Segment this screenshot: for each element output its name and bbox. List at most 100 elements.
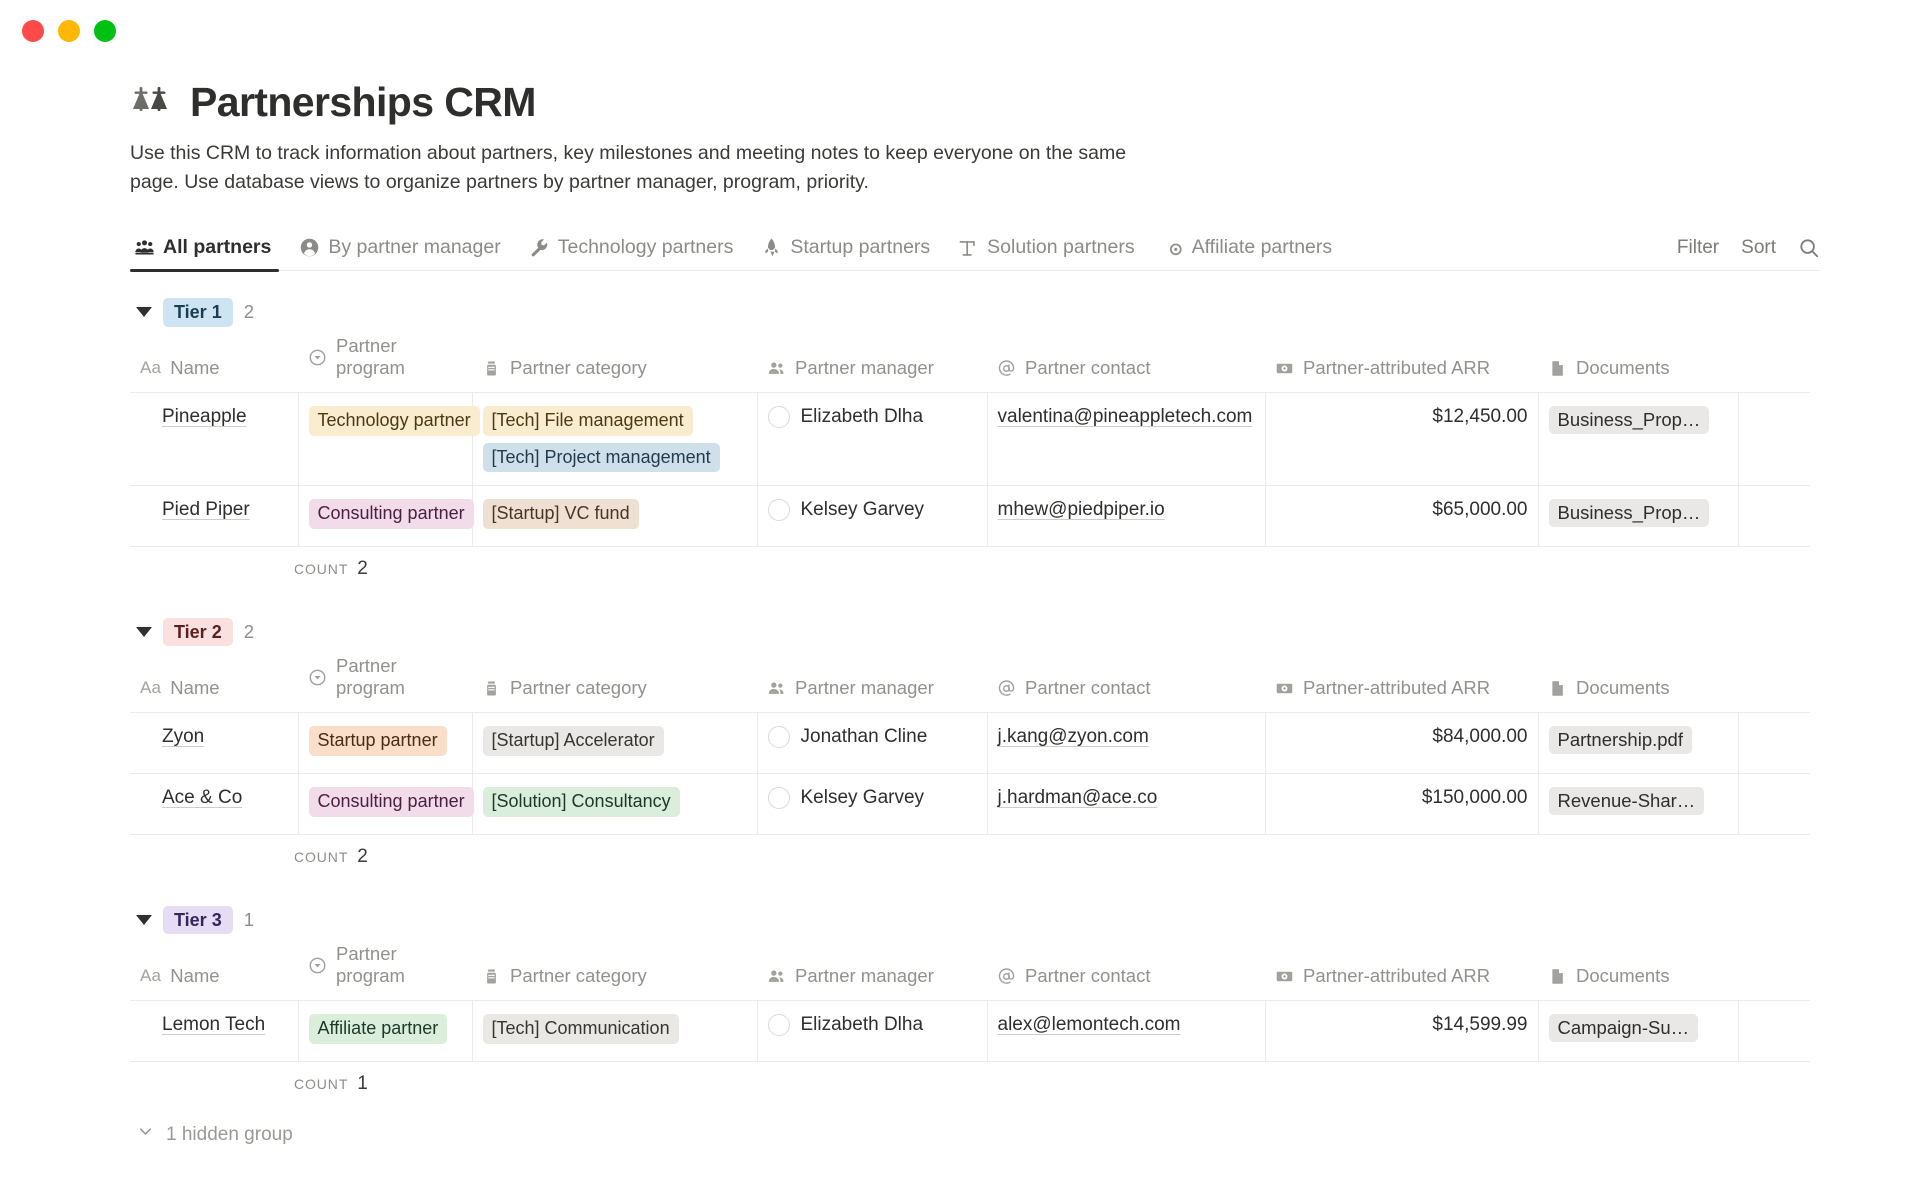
cell-partner-contact[interactable]: j.kang@zyon.com: [987, 712, 1266, 775]
cell-name[interactable]: Pineapple: [130, 392, 299, 487]
group-header[interactable]: Tier 3 1: [130, 903, 1820, 937]
cell-documents[interactable]: Partnership.pdf: [1538, 712, 1739, 775]
column-header-partner-arr[interactable]: Partner-attributed ARR: [1265, 649, 1538, 714]
cell-partner-category[interactable]: [Solution] Consultancy: [472, 773, 758, 836]
cell-documents[interactable]: Campaign-Su…: [1538, 1000, 1739, 1063]
table-row[interactable]: Pineapple Technology partner [Tech] File…: [130, 392, 1810, 487]
cell-partner-program[interactable]: Consulting partner: [298, 485, 474, 548]
column-header-partner-program[interactable]: Partner program: [298, 649, 472, 714]
cell-partner-category[interactable]: [Startup] VC fund: [472, 485, 758, 548]
cell-partner-contact[interactable]: valentina@pineappletech.com: [987, 392, 1266, 487]
window-minimize-button[interactable]: [58, 20, 80, 42]
column-header-partner-program[interactable]: Partner program: [298, 937, 472, 1002]
column-header-documents[interactable]: Documents: [1538, 649, 1738, 714]
cell-partner-arr[interactable]: $84,000.00: [1265, 712, 1539, 775]
tab-affiliate-partners[interactable]: Affiliate partners: [1149, 232, 1347, 270]
group-header[interactable]: Tier 2 2: [130, 615, 1820, 649]
column-header-name[interactable]: Aa Name: [130, 649, 298, 714]
at-email-icon: [997, 359, 1016, 378]
avatar: [767, 406, 790, 429]
group-badge: Tier 3: [163, 905, 233, 935]
collapse-caret-icon[interactable]: [136, 627, 152, 638]
cell-documents[interactable]: Business_Prop…: [1538, 485, 1739, 548]
cell-partner-arr[interactable]: $65,000.00: [1265, 485, 1539, 548]
column-header-partner-arr[interactable]: Partner-attributed ARR: [1265, 937, 1538, 1002]
multiselect-icon: [482, 967, 501, 986]
avatar: [767, 787, 790, 810]
cell-spacer: [1738, 712, 1810, 775]
column-header-name[interactable]: Aa Name: [130, 329, 298, 394]
cell-partner-category[interactable]: [Tech] File management [Tech] Project ma…: [472, 392, 758, 487]
cell-partner-manager[interactable]: Jonathan Cline: [757, 712, 988, 775]
cell-partner-manager[interactable]: Elizabeth Dlha: [757, 1000, 988, 1063]
hidden-group-label: 1 hidden group: [166, 1123, 293, 1145]
search-icon[interactable]: [1798, 237, 1820, 259]
cell-partner-arr[interactable]: $150,000.00: [1265, 773, 1539, 836]
cell-name[interactable]: Ace & Co: [130, 773, 299, 836]
tab-startup-partners[interactable]: Startup partners: [747, 232, 944, 270]
column-header-documents[interactable]: Documents: [1538, 329, 1738, 394]
table-row[interactable]: Zyon Startup partner [Startup] Accelerat…: [130, 712, 1810, 775]
money-icon: [1275, 679, 1294, 698]
tab-solution-partners[interactable]: Solution partners: [944, 232, 1148, 270]
cell-partner-contact[interactable]: mhew@piedpiper.io: [987, 485, 1266, 548]
table-row[interactable]: Ace & Co Consulting partner [Solution] C…: [130, 773, 1810, 836]
cell-spacer: [1738, 1000, 1810, 1063]
table-header-row: Aa Name Partner program Partner category …: [130, 329, 1810, 394]
cell-partner-manager[interactable]: Kelsey Garvey: [757, 485, 988, 548]
group-count-row[interactable]: COUNT 2: [130, 547, 1820, 591]
tab-all-partners[interactable]: All partners: [130, 232, 285, 272]
cell-partner-manager[interactable]: Kelsey Garvey: [757, 773, 988, 836]
cell-partner-program[interactable]: Startup partner: [298, 712, 473, 775]
column-header-partner-contact[interactable]: Partner contact: [987, 937, 1265, 1002]
table-row[interactable]: Pied Piper Consulting partner [Startup] …: [130, 485, 1810, 548]
group-header[interactable]: Tier 1 2: [130, 295, 1820, 329]
view-tabbar: All partners By partner manager Technolo…: [130, 232, 1820, 272]
column-header-spacer: [1738, 937, 1810, 1002]
table-row[interactable]: Lemon Tech Affiliate partner [Tech] Comm…: [130, 1000, 1810, 1063]
collapse-caret-icon[interactable]: [136, 307, 152, 318]
column-header-partner-manager[interactable]: Partner manager: [757, 937, 987, 1002]
column-header-partner-arr[interactable]: Partner-attributed ARR: [1265, 329, 1538, 394]
filter-button[interactable]: Filter: [1677, 237, 1719, 259]
group-count: 1: [243, 909, 254, 931]
cell-name[interactable]: Zyon: [130, 712, 299, 775]
column-header-partner-category[interactable]: Partner category: [472, 329, 757, 394]
hidden-group-toggle[interactable]: 1 hidden group: [130, 1122, 1820, 1147]
cell-partner-arr[interactable]: $12,450.00: [1265, 392, 1539, 487]
column-header-partner-category[interactable]: Partner category: [472, 937, 757, 1002]
cell-partner-program[interactable]: Consulting partner: [298, 773, 474, 836]
cell-partner-contact[interactable]: j.hardman@ace.co: [987, 773, 1266, 836]
cell-documents[interactable]: Business_Prop…: [1538, 392, 1739, 487]
column-header-partner-contact[interactable]: Partner contact: [987, 649, 1265, 714]
column-header-partner-program[interactable]: Partner program: [298, 329, 472, 394]
sort-button[interactable]: Sort: [1741, 237, 1776, 259]
column-header-partner-contact[interactable]: Partner contact: [987, 329, 1265, 394]
cell-partner-manager[interactable]: Elizabeth Dlha: [757, 392, 988, 487]
column-header-partner-manager[interactable]: Partner manager: [757, 649, 987, 714]
window-maximize-button[interactable]: [94, 20, 116, 42]
window-close-button[interactable]: [22, 20, 44, 42]
collapse-caret-icon[interactable]: [136, 915, 152, 926]
table-header-row: Aa Name Partner program Partner category …: [130, 937, 1810, 1002]
partners-table: Aa Name Partner program Partner category …: [130, 329, 1810, 548]
column-header-documents[interactable]: Documents: [1538, 937, 1738, 1002]
cell-partner-contact[interactable]: alex@lemontech.com: [987, 1000, 1266, 1063]
cell-partner-category[interactable]: [Startup] Accelerator: [472, 712, 758, 775]
cell-partner-program[interactable]: Affiliate partner: [298, 1000, 473, 1063]
count-value: 2: [357, 846, 368, 868]
group-count-row[interactable]: COUNT 2: [130, 835, 1820, 879]
group-count-row[interactable]: COUNT 1: [130, 1062, 1820, 1106]
count-label: COUNT: [294, 561, 349, 578]
cell-partner-arr[interactable]: $14,599.99: [1265, 1000, 1539, 1063]
tab-technology-partners[interactable]: Technology partners: [515, 232, 748, 270]
column-header-partner-category[interactable]: Partner category: [472, 649, 757, 714]
column-header-name[interactable]: Aa Name: [130, 937, 298, 1002]
cell-name[interactable]: Lemon Tech: [130, 1000, 299, 1063]
cell-partner-program[interactable]: Technology partner: [298, 392, 480, 487]
column-header-partner-manager[interactable]: Partner manager: [757, 329, 987, 394]
cell-documents[interactable]: Revenue-Shar…: [1538, 773, 1739, 836]
tab-by-partner-manager[interactable]: By partner manager: [285, 232, 514, 270]
cell-name[interactable]: Pied Piper: [130, 485, 299, 548]
cell-partner-category[interactable]: [Tech] Communication: [472, 1000, 758, 1063]
